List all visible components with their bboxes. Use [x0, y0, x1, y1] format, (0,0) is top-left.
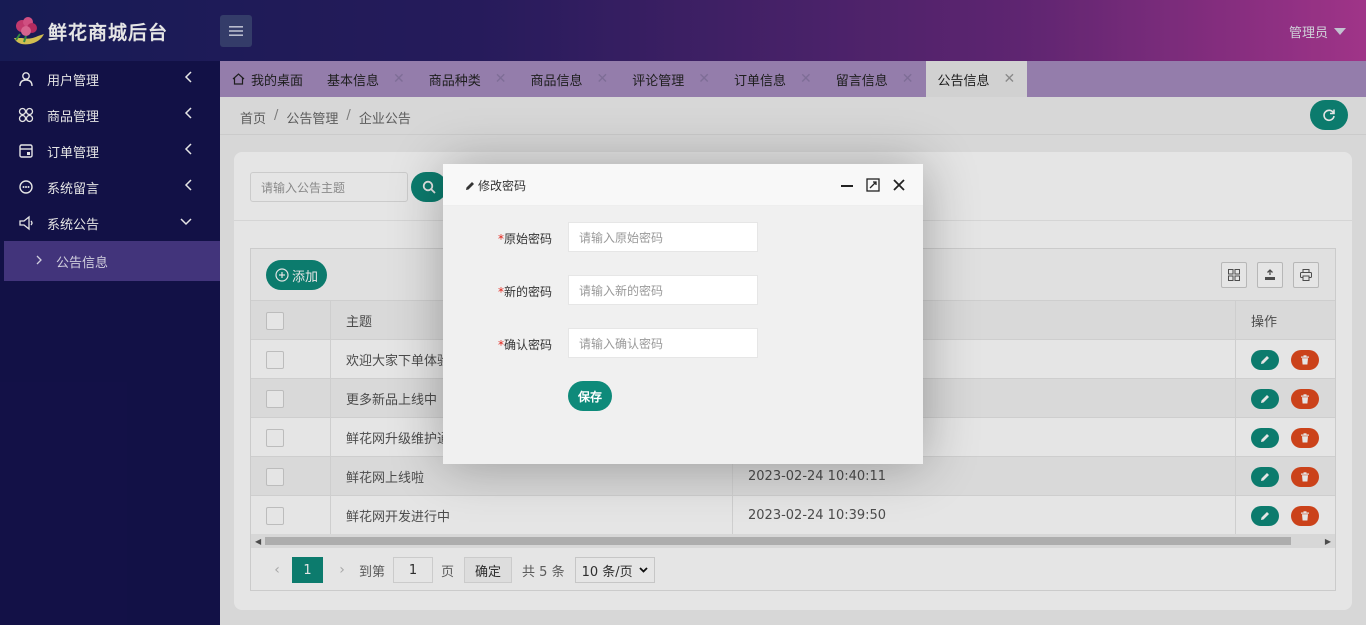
dialog-title-text: 修改密码 [478, 179, 527, 193]
field-label: *原始密码 [498, 230, 552, 247]
form-row-confirm-password: *确认密码 请输入确认密码 [443, 328, 923, 358]
dialog-title: 修改密码 [465, 177, 526, 194]
form-row-old-password: *原始密码 请输入原始密码 [443, 222, 923, 252]
save-button[interactable]: 保存 [568, 381, 612, 411]
field-label-text: 确认密码 [503, 338, 552, 352]
close-icon[interactable] [891, 177, 907, 193]
field-label: *确认密码 [498, 336, 552, 353]
old-password-input[interactable]: 请输入原始密码 [568, 222, 758, 252]
dialog-header: 修改密码 [443, 164, 923, 206]
new-password-input[interactable]: 请输入新的密码 [568, 275, 758, 305]
field-label-text: 原始密码 [503, 232, 552, 246]
change-password-dialog: 修改密码 *原始密码 请输入原始密码 *新的密码 请输入新的密码 *确认密码 请… [443, 164, 923, 464]
confirm-password-input[interactable]: 请输入确认密码 [568, 328, 758, 358]
maximize-icon[interactable] [865, 177, 881, 193]
minimize-icon[interactable] [839, 177, 855, 193]
field-label-text: 新的密码 [503, 285, 552, 299]
pencil-icon [466, 181, 474, 190]
form-row-new-password: *新的密码 请输入新的密码 [443, 275, 923, 305]
field-label: *新的密码 [498, 283, 552, 300]
